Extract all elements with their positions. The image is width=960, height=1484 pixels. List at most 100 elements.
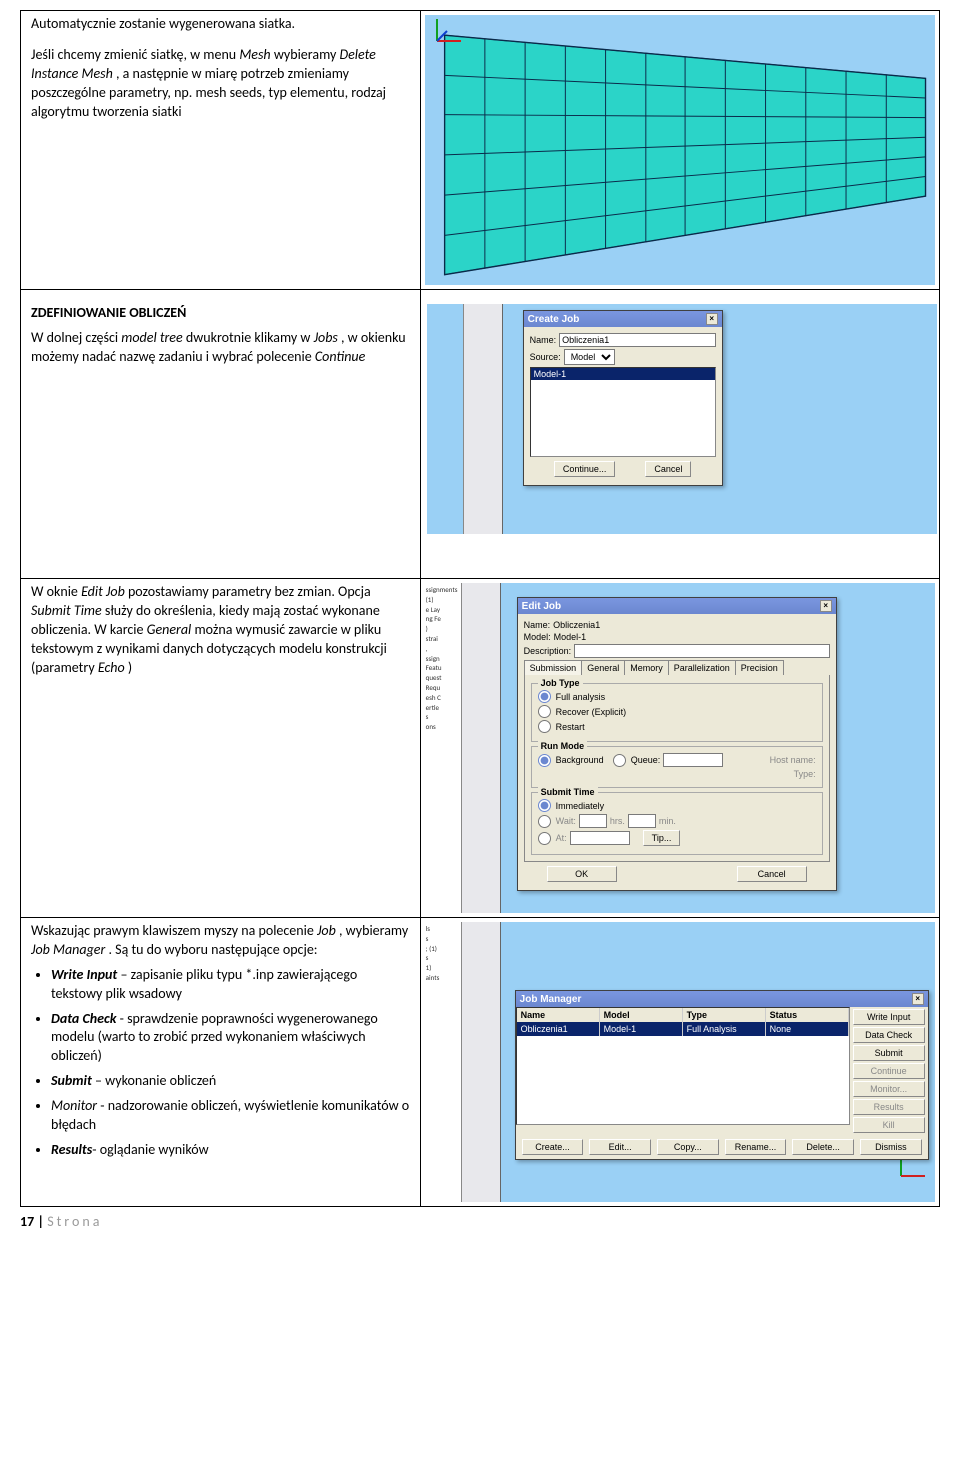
- kill-button[interactable]: Kill: [853, 1117, 925, 1133]
- row3-figure: ssignments (1)e Layng Fe)strai,ssignFeat…: [420, 579, 939, 918]
- edit--button[interactable]: Edit...: [589, 1139, 651, 1155]
- app-frame-strip: [461, 583, 501, 913]
- monitor--button[interactable]: Monitor...: [853, 1081, 925, 1097]
- dialog-titlebar[interactable]: Edit Job ×: [518, 598, 836, 614]
- close-icon[interactable]: ×: [912, 993, 924, 1005]
- dialog-title: Create Job: [528, 314, 580, 325]
- wait-hrs-input: [579, 814, 607, 828]
- cancel-button[interactable]: Cancel: [737, 866, 807, 882]
- table-row[interactable]: Obliczenia1 Model-1 Full Analysis None: [517, 1022, 849, 1036]
- dialog-titlebar[interactable]: Create Job ×: [524, 311, 722, 327]
- model-label: Model:: [524, 632, 551, 642]
- job-manager: Job Manager: [31, 941, 105, 958]
- tab-submission[interactable]: Submission: [524, 660, 583, 675]
- options-list: Write Input – zapisanie pliku typu *.inp…: [31, 966, 410, 1160]
- data-check-button[interactable]: Data Check: [853, 1027, 925, 1043]
- row1-p1: Automatycznie zostanie wygenerowana siat…: [31, 15, 410, 34]
- list-item: Results- oglądanie wyników: [51, 1141, 410, 1160]
- description-label: Description:: [524, 646, 572, 656]
- row4-figure: lss; (1)s1)aints Job Manager ×: [420, 918, 939, 1207]
- general: General: [147, 621, 192, 638]
- col-status[interactable]: Status: [766, 1008, 849, 1022]
- ok-button[interactable]: OK: [547, 866, 617, 882]
- recover-radio[interactable]: [538, 705, 551, 718]
- job-name-input[interactable]: [559, 333, 715, 347]
- cell-status: None: [766, 1022, 849, 1036]
- at-input: [570, 831, 630, 845]
- dialog-title: Edit Job: [522, 601, 561, 612]
- heading-zdef: ZDEFINIOWANIE OBLICZEŃ: [31, 304, 410, 321]
- page-number: 17 |: [20, 1213, 47, 1230]
- jobs: Jobs: [314, 329, 338, 346]
- name-label: Name:: [524, 620, 551, 630]
- page-layout-table: Automatycznie zostanie wygenerowana siat…: [20, 10, 940, 1207]
- row4-text: Wskazując prawym klawiszem myszy na pole…: [21, 918, 421, 1207]
- name-value: Obliczenia1: [553, 620, 600, 630]
- row1-text: Automatycznie zostanie wygenerowana siat…: [21, 11, 421, 290]
- host-label: Host name:: [770, 755, 816, 765]
- t: pozostawiamy parametry bez zmian. Opcja: [128, 583, 371, 600]
- cancel-button[interactable]: Cancel: [645, 461, 691, 477]
- cell-name: Obliczenia1: [517, 1022, 600, 1036]
- col-model[interactable]: Model: [600, 1008, 683, 1022]
- submit-button[interactable]: Submit: [853, 1045, 925, 1061]
- source-select[interactable]: Model: [564, 349, 615, 365]
- write-input-button[interactable]: Write Input: [853, 1009, 925, 1025]
- page-footer: 17 | Strona: [20, 1213, 940, 1230]
- restart-radio[interactable]: [538, 720, 551, 733]
- close-icon[interactable]: ×: [820, 600, 832, 612]
- t: , wybieramy: [339, 922, 408, 939]
- model-tree-fragment: lss; (1)s1)aints: [425, 922, 461, 1202]
- name-label: Name:: [530, 335, 557, 345]
- axis-triad-icon: [431, 15, 935, 281]
- model-tree: model tree: [121, 329, 182, 346]
- job-manager-dialog: Job Manager × Name Model Type Status: [515, 990, 929, 1160]
- group-title: Submit Time: [538, 787, 598, 797]
- close-icon[interactable]: ×: [706, 313, 718, 325]
- app-frame-strip: [461, 922, 501, 1202]
- col-type[interactable]: Type: [683, 1008, 766, 1022]
- row2-figure: Create Job × Name: Source: Model: [420, 290, 939, 579]
- tab-memory[interactable]: Memory: [624, 660, 669, 675]
- group-title: Run Mode: [538, 741, 588, 751]
- t: - oglądanie wyników: [92, 1141, 208, 1158]
- unit-label: min.: [659, 816, 676, 826]
- monitor: Monitor: [51, 1097, 97, 1114]
- model-list-item[interactable]: Model-1: [531, 368, 715, 380]
- queue-input: [663, 753, 723, 767]
- tab-parallelization[interactable]: Parallelization: [668, 660, 736, 675]
- bottom-buttons: Create... Edit... Copy... Rename... Delete..…: [516, 1135, 928, 1159]
- model-listbox[interactable]: Model-1: [530, 367, 716, 457]
- tab-general[interactable]: General: [581, 660, 625, 675]
- queue-radio[interactable]: [613, 754, 626, 767]
- page-label: Strona: [47, 1213, 102, 1230]
- immediately-radio[interactable]: [538, 799, 551, 812]
- copy--button[interactable]: Copy...: [657, 1139, 719, 1155]
- dialog-titlebar[interactable]: Job Manager ×: [516, 991, 928, 1007]
- tab-precision[interactable]: Precision: [735, 660, 784, 675]
- delete--button[interactable]: Delete...: [792, 1139, 854, 1155]
- cell-type: Full Analysis: [683, 1022, 766, 1036]
- wait-radio[interactable]: [538, 815, 551, 828]
- edit-job-tabs: Submission General Memory Parallelizatio…: [524, 660, 830, 675]
- at-radio[interactable]: [538, 832, 551, 845]
- dismiss-button[interactable]: Dismiss: [860, 1139, 922, 1155]
- create--button[interactable]: Create...: [522, 1139, 584, 1155]
- row4-p1: Wskazując prawym klawiszem myszy na pole…: [31, 922, 410, 960]
- submit-time: Submit Time: [31, 602, 102, 619]
- continue-button[interactable]: Continue: [853, 1063, 925, 1079]
- continue: Continue: [315, 348, 365, 365]
- tip-button[interactable]: Tip...: [643, 830, 681, 846]
- create-job-figure: Create Job × Name: Source: Model: [427, 304, 937, 534]
- results-button[interactable]: Results: [853, 1099, 925, 1115]
- opt-label: Queue:: [631, 755, 661, 765]
- background-radio[interactable]: [538, 754, 551, 767]
- continue-button[interactable]: Continue...: [554, 461, 616, 477]
- t: W dolnej części: [31, 329, 121, 346]
- col-name[interactable]: Name: [517, 1008, 600, 1022]
- description-input[interactable]: [574, 644, 829, 658]
- full-analysis-radio[interactable]: [538, 690, 551, 703]
- rename--button[interactable]: Rename...: [725, 1139, 787, 1155]
- row2-p1: W dolnej części model tree dwukrotnie kl…: [31, 329, 410, 367]
- jobs-table: Name Model Type Status Obliczenia1 Model…: [516, 1007, 850, 1125]
